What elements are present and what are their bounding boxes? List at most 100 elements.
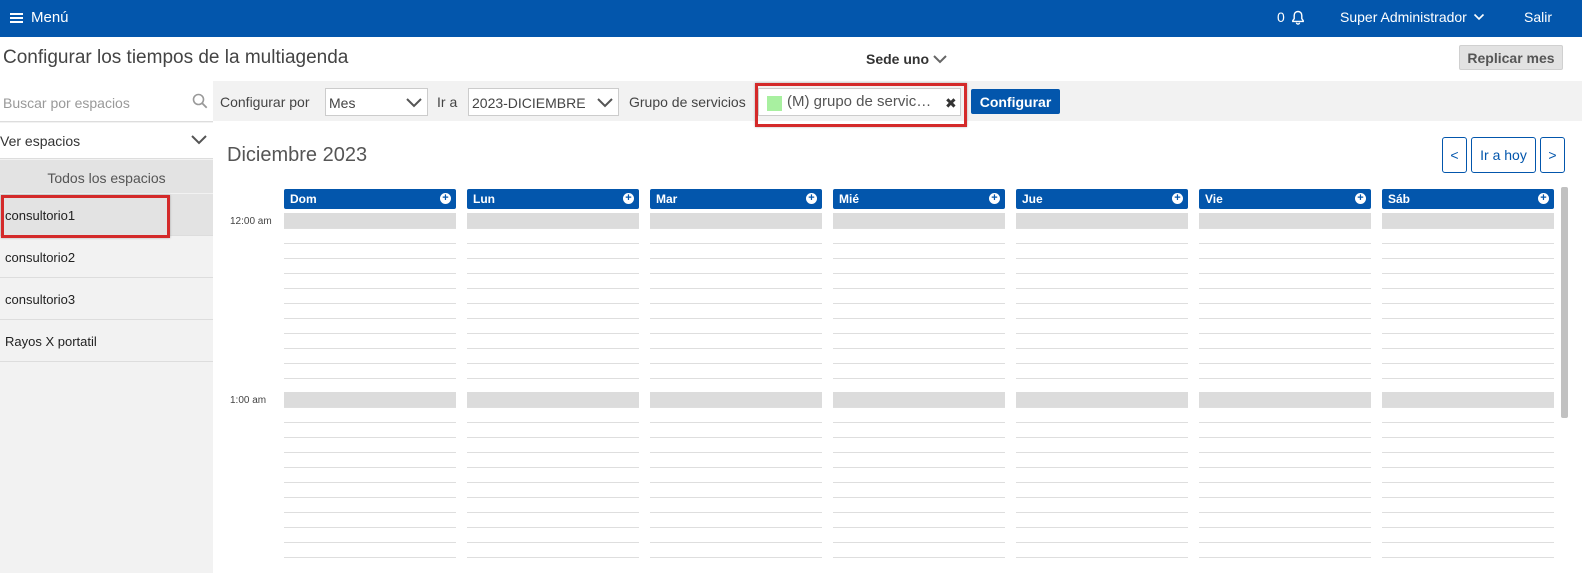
view-spaces-label: Ver espacios [0,133,81,149]
add-icon[interactable]: + [1538,193,1549,204]
time-slot-line [467,378,639,379]
time-slot-line [650,422,822,423]
time-slot-line [650,482,822,483]
time-slot-line [1382,378,1554,379]
time-slot-line [1016,273,1188,274]
scrollbar[interactable] [1561,187,1568,418]
time-slot-line [284,452,456,453]
time-slot-line [650,318,822,319]
today-button[interactable]: Ir a hoy [1471,137,1536,173]
time-slot-line [284,318,456,319]
logout-link[interactable]: Salir [1524,9,1552,25]
time-slot-line [1382,407,1554,408]
day-column[interactable] [467,213,639,573]
time-slot-line [833,557,1005,558]
sede-selector[interactable]: Sede uno [866,51,948,67]
configure-button[interactable]: Configurar [971,89,1060,114]
all-spaces-item[interactable]: Todos los espacios [0,160,213,193]
time-slot-line [467,482,639,483]
sidebar-item-consultorio1[interactable]: consultorio1 [0,194,213,236]
time-slot[interactable] [284,213,456,228]
time-slot-line [1199,363,1371,364]
notifications-button[interactable]: 0 [1277,9,1305,25]
add-icon[interactable]: + [1172,193,1183,204]
time-slot-line [833,512,1005,513]
day-column[interactable] [284,213,456,573]
time-slot[interactable] [650,392,822,407]
time-slot-line [1199,542,1371,543]
time-slot-line [650,557,822,558]
day-label: Lun [473,192,495,206]
day-column[interactable] [833,213,1005,573]
time-slot-line [1016,363,1188,364]
service-group-chip-label: (M) grupo de servic… [787,93,932,110]
time-slot-line [833,497,1005,498]
time-slot-line [1199,407,1371,408]
time-slot[interactable] [1199,392,1371,407]
search-input[interactable]: Buscar por espacios [3,95,130,111]
time-slot-line [1382,497,1554,498]
time-slot-line [1199,422,1371,423]
day-column[interactable] [650,213,822,573]
day-column[interactable] [1016,213,1188,573]
sidebar-item-rayos-x[interactable]: Rayos X portatil [0,320,213,362]
add-icon[interactable]: + [806,193,817,204]
time-slot-line [1016,228,1188,229]
add-icon[interactable]: + [623,193,634,204]
time-slot-line [467,557,639,558]
add-icon[interactable]: + [440,193,451,204]
time-slot[interactable] [1016,213,1188,228]
previous-button[interactable]: < [1442,137,1467,173]
time-slot-line [1382,422,1554,423]
time-slot-line [833,333,1005,334]
time-slot-line [650,258,822,259]
goto-month-select[interactable]: 2023-DICIEMBRE [468,88,619,116]
time-slot[interactable] [467,213,639,228]
replicate-month-button[interactable]: Replicar mes [1459,45,1563,70]
configure-by-label: Configurar por [220,94,310,110]
time-slot[interactable] [833,213,1005,228]
menu-button[interactable]: Menú [10,9,69,26]
goto-month-value: 2023-DICIEMBRE [472,95,586,111]
time-slot-line [1382,318,1554,319]
time-slot-line [650,437,822,438]
time-slot-line [833,288,1005,289]
time-label: 1:00 am [230,395,267,406]
add-icon[interactable]: + [989,193,1000,204]
configure-by-select[interactable]: Mes [325,88,428,116]
time-slot-line [1016,243,1188,244]
sidebar-item-consultorio2[interactable]: consultorio2 [0,236,213,278]
view-spaces-select[interactable]: Ver espacios [0,123,213,159]
time-slot-line [1382,542,1554,543]
time-slot[interactable] [833,392,1005,407]
service-group-chip[interactable]: (M) grupo de servic… ✖ [758,88,961,116]
time-slot-line [650,243,822,244]
time-slot-line [650,303,822,304]
time-slot[interactable] [650,213,822,228]
day-column[interactable] [1199,213,1371,573]
time-slot[interactable] [1016,392,1188,407]
top-bar: Menú 0 Super Administrador Salir [0,0,1582,37]
hamburger-icon [10,12,23,23]
add-icon[interactable]: + [1355,193,1366,204]
day-header-mie: Mié + [833,189,1005,209]
user-menu[interactable]: Super Administrador [1340,9,1485,25]
time-slot[interactable] [1382,392,1554,407]
space-search[interactable]: Buscar por espacios [0,81,213,122]
remove-icon[interactable]: ✖ [945,95,957,112]
time-slot[interactable] [1199,213,1371,228]
time-slot[interactable] [467,392,639,407]
time-slot[interactable] [1382,213,1554,228]
time-slot[interactable] [284,392,456,407]
time-slot-line [833,437,1005,438]
time-slot-line [1382,273,1554,274]
next-button[interactable]: > [1540,137,1565,173]
search-icon[interactable] [192,93,208,109]
day-label: Dom [290,192,317,206]
time-slot-line [1199,557,1371,558]
day-header-lun: Lun + [467,189,639,209]
day-header-jue: Jue + [1016,189,1188,209]
day-column[interactable] [1382,213,1554,573]
time-slot-line [650,363,822,364]
sidebar-item-consultorio3[interactable]: consultorio3 [0,278,213,320]
